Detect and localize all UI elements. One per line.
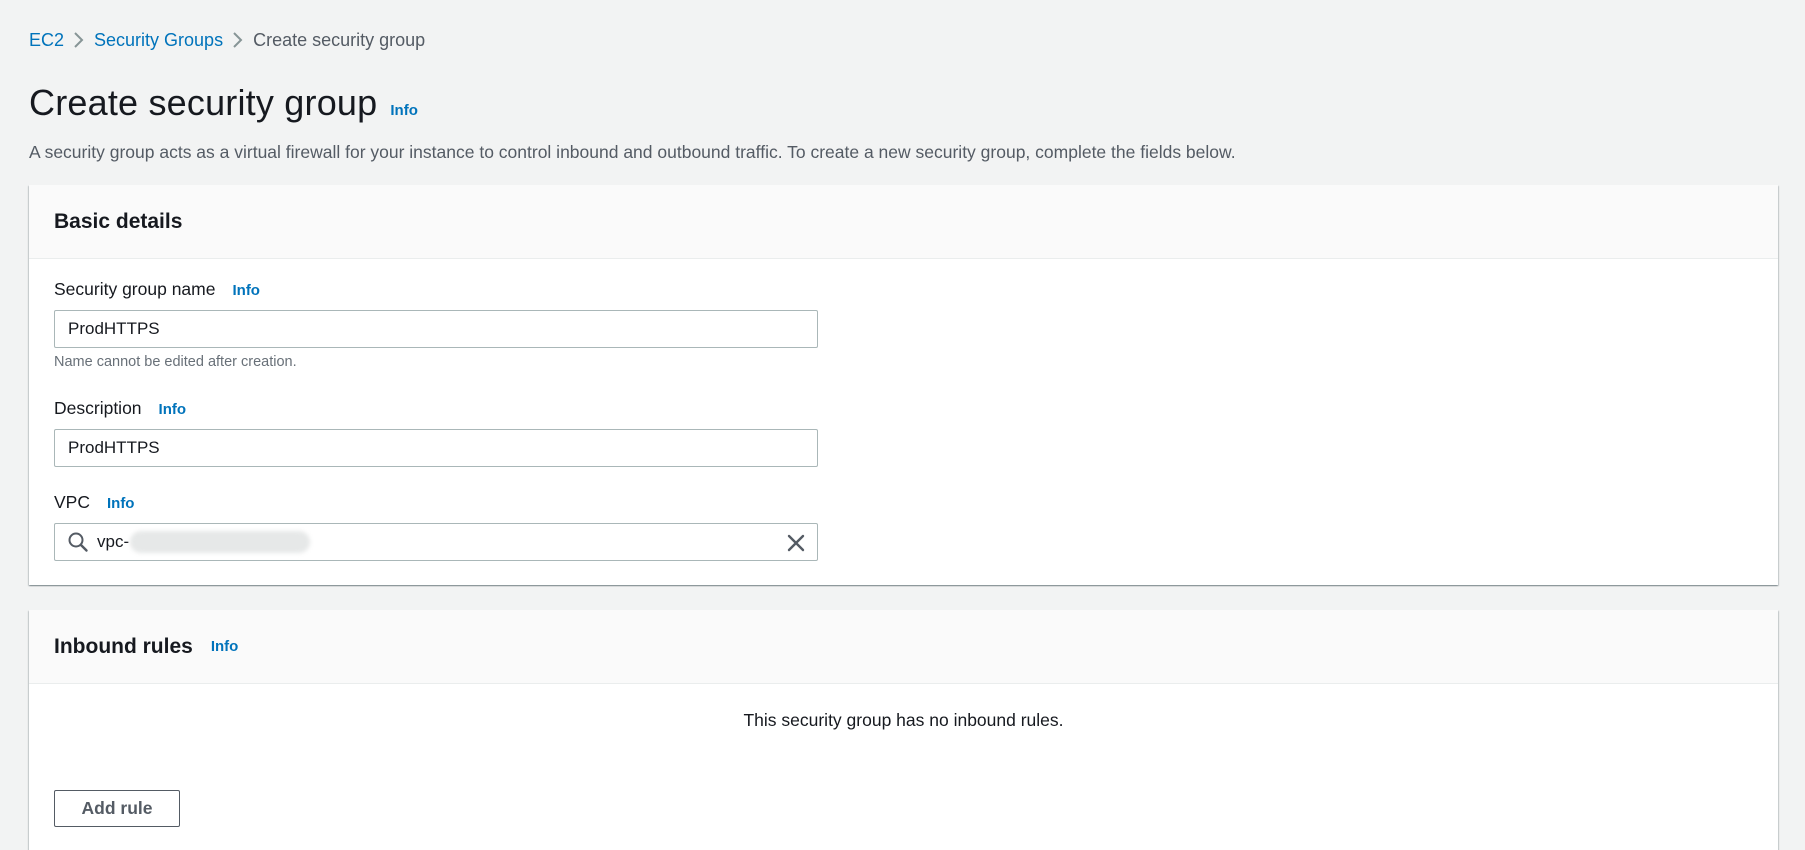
inbound-rules-empty-message: This security group has no inbound rules… — [743, 710, 1064, 730]
vpc-label-text: VPC — [54, 492, 90, 512]
vpc-label: VPC Info — [54, 492, 134, 513]
inbound-rules-info-link[interactable]: Info — [211, 638, 239, 655]
search-icon — [67, 531, 89, 553]
description-label: Description Info — [54, 398, 186, 419]
description-label-text: Description — [54, 398, 142, 418]
security-group-name-label-text: Security group name — [54, 279, 216, 299]
description-value: ProdHTTPS — [68, 438, 160, 457]
vpc-value: vpc- — [97, 532, 130, 551]
security-group-name-label: Security group name Info — [54, 279, 260, 300]
description-input[interactable]: ProdHTTPS — [54, 429, 818, 467]
security-group-name-info-link[interactable]: Info — [232, 282, 260, 299]
basic-details-panel: Basic details Security group name Info P… — [29, 185, 1778, 585]
security-group-name-value: ProdHTTPS — [68, 319, 160, 338]
basic-details-title: Basic details — [54, 209, 183, 233]
page-title: Create security group — [29, 82, 378, 123]
breadcrumb-ec2-link[interactable]: EC2 — [29, 30, 64, 51]
chevron-right-icon — [64, 28, 94, 52]
redacted-vpc-id — [130, 531, 311, 553]
breadcrumb-security-groups-link[interactable]: Security Groups — [94, 30, 223, 51]
close-icon[interactable] — [785, 532, 807, 554]
description-info-link[interactable]: Info — [159, 401, 187, 418]
security-group-name-hint: Name cannot be edited after creation. — [54, 354, 297, 370]
inbound-rules-title: Inbound rules — [54, 634, 193, 658]
page-header: Create security group Info — [29, 82, 418, 124]
chevron-right-icon — [223, 28, 253, 52]
basic-details-header: Basic details — [29, 185, 1778, 259]
breadcrumb: EC2 Security Groups Create security grou… — [29, 28, 425, 52]
page-info-link[interactable]: Info — [390, 102, 418, 119]
inbound-rules-panel: Inbound rules Info This security group h… — [29, 610, 1778, 850]
vpc-search-input[interactable]: vpc- — [54, 523, 818, 561]
security-group-name-input[interactable]: ProdHTTPS — [54, 310, 818, 348]
page-description: A security group acts as a virtual firew… — [29, 142, 1236, 162]
add-rule-button[interactable]: Add rule — [54, 790, 180, 827]
breadcrumb-current: Create security group — [253, 29, 426, 50]
inbound-rules-header: Inbound rules Info — [29, 610, 1778, 684]
vpc-info-link[interactable]: Info — [107, 495, 135, 512]
